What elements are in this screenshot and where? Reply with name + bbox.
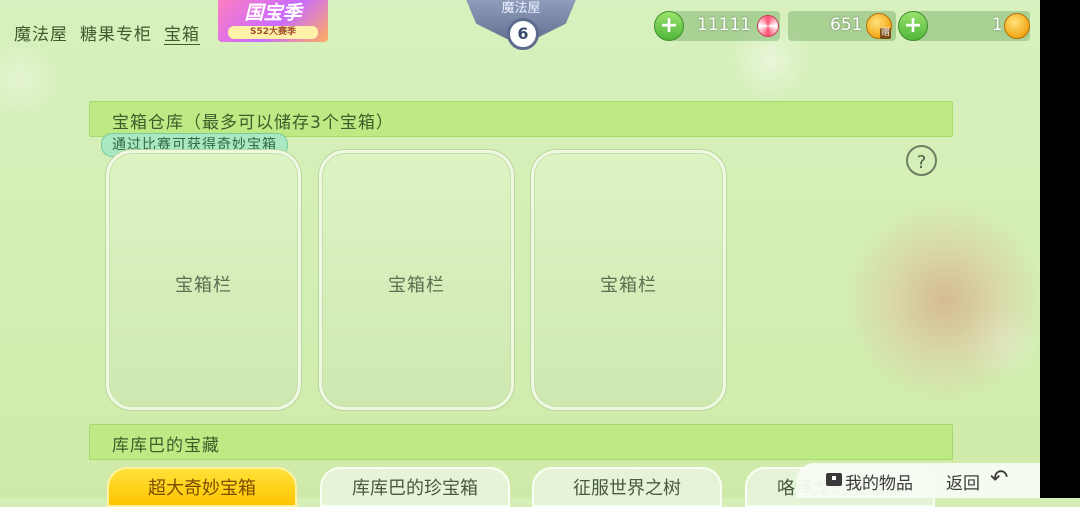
gold-coin-icon (1004, 13, 1030, 39)
back-arrow-icon[interactable]: ↶ (990, 466, 1008, 491)
add-coins-button[interactable]: + (898, 11, 928, 41)
my-items-button[interactable]: 我的物品 (845, 469, 913, 494)
screen-edge (1040, 0, 1080, 498)
badge-title: 魔法屋 (501, 1, 541, 16)
help-button[interactable]: ? (906, 145, 937, 176)
badge-level: 6 (507, 18, 539, 50)
candy-value: 11111 (697, 15, 752, 35)
lollipop-icon (757, 15, 779, 37)
chest-slot-label: 宝箱栏 (600, 275, 657, 296)
add-candy-button[interactable]: + (654, 11, 684, 41)
tab-super-chest[interactable]: 超大奇妙宝箱 (107, 467, 297, 507)
gift-badge: 赠 (880, 28, 892, 39)
chest-slot-1[interactable]: 宝箱栏 (106, 150, 301, 410)
warehouse-section-header: 宝箱仓库（最多可以储存3个宝箱） (89, 101, 953, 137)
chest-slot-2[interactable]: 宝箱栏 (319, 150, 514, 410)
warehouse-title: 宝箱仓库（最多可以储存3个宝箱） (112, 113, 394, 133)
coin-value: 651 (830, 15, 863, 35)
treasure-title: 库库巴的宝藏 (112, 436, 220, 456)
tab-magic-house[interactable]: 魔法屋 (14, 20, 68, 45)
chest-slot-label: 宝箱栏 (175, 275, 232, 296)
back-button[interactable]: 返回 (946, 469, 980, 494)
tab-world-tree[interactable]: 征服世界之树 (532, 467, 722, 507)
chest-slot-label: 宝箱栏 (388, 275, 445, 296)
treasure-section-header: 库库巴的宝藏 (89, 424, 953, 460)
promo-title: 国宝季 (244, 2, 302, 24)
tab-kukuba-chest[interactable]: 库库巴的珍宝箱 (320, 467, 510, 507)
top-tabs: 魔法屋 糖果专柜 宝箱 (14, 20, 200, 45)
inventory-icon (826, 473, 842, 486)
gem-value: 1 (992, 15, 1003, 35)
promo-subtitle: S52大赛季 (228, 26, 318, 39)
tab-treasure-box[interactable]: 宝箱 (164, 20, 200, 45)
tab-candy-counter[interactable]: 糖果专柜 (80, 20, 152, 45)
chest-slot-3[interactable]: 宝箱栏 (531, 150, 726, 410)
season-promo-banner[interactable]: 国宝季 S52大赛季 (218, 0, 328, 42)
